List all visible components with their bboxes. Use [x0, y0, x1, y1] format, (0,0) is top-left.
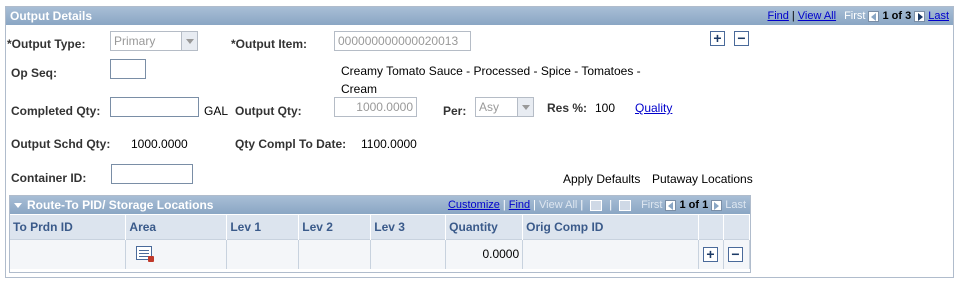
op-seq-label: Op Seq: — [11, 66, 58, 80]
output-qty-field[interactable] — [334, 97, 417, 117]
cell-quantity: 0.0000 — [445, 238, 524, 269]
uom-label: GAL — [204, 104, 229, 118]
first-label: First — [844, 10, 866, 22]
view-all-link[interactable]: View All — [798, 10, 836, 22]
grid-first-label: First — [641, 199, 663, 211]
cell-lev1 — [226, 238, 300, 269]
grid-nav: Customize | Find | View All | | First 1 … — [448, 199, 746, 211]
panel-header: Output Details Find | View All First 1 o… — [6, 7, 953, 25]
nav-separator: | — [609, 199, 613, 211]
output-type-value: Primary — [114, 34, 156, 48]
nav-separator: | — [502, 199, 506, 211]
cell-area — [125, 238, 228, 269]
item-description-line2: Cream — [341, 82, 378, 96]
grid-title-text: Route-To PID/ Storage Locations — [27, 198, 214, 212]
grid-last-label: Last — [725, 199, 746, 211]
col-area: Area — [125, 215, 228, 239]
add-row-button[interactable]: + — [710, 31, 725, 46]
grid-table: To Prdn ID Area Lev 1 Lev 2 Lev 3 Quanti… — [10, 215, 751, 269]
panel-title: Output Details — [10, 9, 93, 23]
nav-separator: | — [533, 199, 537, 211]
nav-separator: | — [791, 10, 795, 22]
putaway-locations-link[interactable]: Putaway Locations — [652, 172, 753, 186]
grid-view-all-label: View All — [539, 199, 578, 211]
previous-arrow-icon — [665, 199, 677, 211]
quality-link[interactable]: Quality — [635, 101, 672, 115]
output-qty-label: Output Qty: — [235, 104, 302, 118]
col-lev1: Lev 1 — [226, 215, 300, 239]
cell-orig-comp-id — [522, 238, 699, 269]
grid-find-link[interactable]: Find — [509, 199, 530, 211]
grid-add-row-button[interactable]: + — [702, 246, 718, 262]
apply-defaults-link[interactable]: Apply Defaults — [563, 172, 640, 186]
res-pct-value: 100 — [595, 101, 616, 115]
col-lev2: Lev 2 — [298, 215, 372, 239]
col-lev3: Lev 3 — [370, 215, 447, 239]
per-value: Asy — [479, 100, 500, 114]
cell-lev3 — [370, 238, 447, 269]
per-label: Per: — [443, 104, 467, 118]
col-orig-comp-id: Orig Comp ID — [522, 215, 699, 239]
res-pct-label: Res %: — [547, 101, 588, 115]
col-quantity: Quantity — [445, 215, 524, 239]
download-grid-icon[interactable] — [619, 199, 632, 211]
container-id-label: Container ID: — [11, 171, 87, 185]
completed-qty-field[interactable] — [110, 97, 199, 117]
qty-compl-label: Qty Compl To Date: — [235, 137, 347, 151]
grid-page-range: 1 of 1 — [679, 199, 709, 211]
dropdown-arrow-icon — [517, 98, 533, 116]
last-link[interactable]: Last — [928, 10, 949, 22]
output-item-field[interactable] — [334, 31, 471, 51]
cell-lev2 — [298, 238, 372, 269]
output-schd-qty-label: Output Schd Qty: — [11, 137, 111, 151]
route-to-storage-grid: Route-To PID/ Storage Locations Customiz… — [9, 195, 751, 273]
grid-delete-row-button[interactable]: − — [727, 246, 743, 262]
nav-separator: | — [580, 199, 584, 211]
delete-row-button[interactable]: − — [734, 31, 749, 46]
item-description-line1: Creamy Tomato Sauce - Processed - Spice … — [341, 64, 641, 78]
completed-qty-label: Completed Qty: — [11, 104, 101, 118]
customize-link[interactable]: Customize — [448, 199, 500, 211]
dropdown-arrow-icon — [181, 32, 197, 50]
collapse-icon[interactable] — [14, 202, 22, 208]
find-link[interactable]: Find — [767, 10, 788, 22]
per-select[interactable]: Asy — [475, 97, 534, 117]
col-to-prdn-id: To Prdn ID — [10, 215, 127, 239]
grid-header-row: To Prdn ID Area Lev 1 Lev 2 Lev 3 Quanti… — [10, 215, 751, 239]
page-range: 1 of 3 — [882, 10, 912, 22]
panel-nav: Find | View All First 1 of 3 Last — [767, 10, 949, 22]
output-item-label: *Output Item: — [231, 37, 307, 51]
qty-compl-value: 1100.0000 — [361, 137, 417, 151]
grid-header: Route-To PID/ Storage Locations Customiz… — [10, 196, 750, 214]
cell-to-prdn-id — [10, 238, 127, 269]
output-schd-qty-value: 1000.0000 — [131, 137, 188, 151]
op-seq-field[interactable] — [110, 59, 146, 79]
table-row: 0.0000 + − — [10, 238, 751, 269]
container-id-field[interactable] — [111, 164, 193, 184]
next-arrow-icon[interactable] — [914, 10, 926, 22]
output-type-label: *Output Type: — [7, 37, 86, 51]
previous-arrow-icon[interactable] — [868, 10, 880, 22]
grid-title[interactable]: Route-To PID/ Storage Locations — [14, 198, 213, 212]
next-arrow-icon — [711, 199, 723, 211]
output-type-select[interactable]: Primary — [110, 31, 198, 51]
area-lookup-icon[interactable] — [136, 245, 155, 262]
zoom-icon[interactable] — [590, 199, 603, 211]
